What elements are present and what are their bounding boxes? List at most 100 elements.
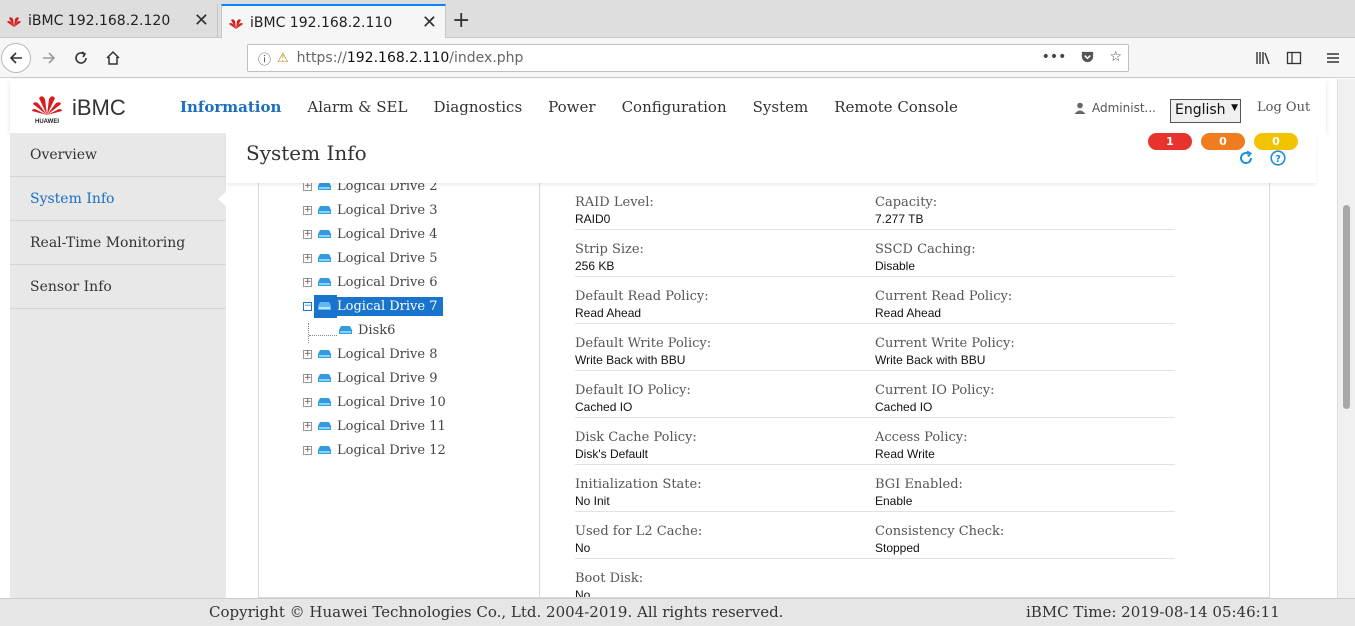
collapse-icon[interactable]: − <box>303 301 312 311</box>
tree-item[interactable]: + Logical Drive 12 <box>303 439 446 461</box>
drive-icon <box>318 374 331 382</box>
info-icon[interactable]: ⓘ <box>258 49 271 68</box>
tree-item-label: Logical Drive 6 <box>337 274 438 290</box>
detail-row: RAID Level: RAID0 Capacity: 7.277 TB <box>575 183 1175 230</box>
nav-diagnostics[interactable]: Diagnostics <box>433 98 522 116</box>
user-menu[interactable]: Administ... <box>1074 101 1156 115</box>
sidebar-item-real-time-monitoring[interactable]: Real-Time Monitoring <box>10 221 226 265</box>
ibmc-time: iBMC Time: 2019-08-14 05:46:11 <box>1026 603 1280 621</box>
back-button[interactable] <box>1 43 31 73</box>
main-nav: Information Alarm & SEL Diagnostics Powe… <box>180 98 984 116</box>
tree-item-label: Logical Drive 7 <box>332 296 443 316</box>
tree-connector <box>308 323 309 343</box>
refresh-icon[interactable] <box>1238 150 1254 166</box>
critical-alarm-badge[interactable]: 1 <box>1148 133 1192 150</box>
menu-icon[interactable] <box>1319 44 1347 72</box>
nav-system[interactable]: System <box>753 98 809 116</box>
nav-configuration[interactable]: Configuration <box>622 98 727 116</box>
page-scrollbar[interactable] <box>1337 79 1355 598</box>
disk-icon <box>339 326 352 334</box>
tab-title: iBMC 192.168.2.120 <box>28 13 171 29</box>
drive-icon <box>318 206 331 214</box>
library-icon[interactable] <box>1250 44 1278 72</box>
huawei-logo-icon: HUAWEI <box>32 96 62 125</box>
drive-icon <box>318 422 331 430</box>
close-tab-icon[interactable]: ✕ <box>194 12 209 30</box>
drive-icon <box>318 183 331 190</box>
minor-alarm-badge[interactable]: 0 <box>1254 133 1298 150</box>
home-button[interactable] <box>99 44 127 72</box>
detail-cell: Disk Cache Policy: Disk's Default <box>575 430 697 461</box>
tree-item[interactable]: + Logical Drive 5 <box>303 247 438 269</box>
scrollbar-thumb[interactable] <box>1343 205 1350 409</box>
expand-icon[interactable]: + <box>303 445 312 455</box>
ibmc-logo[interactable]: HUAWEI iBMC <box>30 91 126 125</box>
tree-item[interactable]: + Logical Drive 6 <box>303 271 438 293</box>
expand-icon[interactable]: + <box>303 183 312 191</box>
nav-remote-console[interactable]: Remote Console <box>834 98 958 116</box>
detail-row: Disk Cache Policy: Disk's Default Access … <box>575 418 1175 465</box>
reload-icon <box>75 51 87 64</box>
detail-cell: BGI Enabled: Enable <box>875 477 963 508</box>
tree-item[interactable]: + Logical Drive 2 <box>303 183 438 197</box>
expand-icon[interactable]: + <box>303 373 312 383</box>
language-value: English <box>1175 102 1226 118</box>
tree-child-disk[interactable]: Disk6 <box>339 319 395 341</box>
sidebar: Overview System Info Real-Time Monitorin… <box>10 133 227 598</box>
nav-alarm-sel[interactable]: Alarm & SEL <box>307 98 407 116</box>
detail-row: Initialization State: No Init BGI Enabled… <box>575 465 1175 512</box>
detail-cell: Initialization State: No Init <box>575 477 702 508</box>
detail-row: Default IO Policy: Cached IO Current IO P… <box>575 371 1175 418</box>
drive-icon <box>318 278 331 286</box>
forward-button[interactable] <box>35 44 63 72</box>
detail-cell: Default IO Policy: Cached IO <box>575 383 691 414</box>
expand-icon[interactable]: + <box>303 349 312 359</box>
nav-information[interactable]: Information <box>180 98 281 116</box>
detail-cell: Current IO Policy: Cached IO <box>875 383 995 414</box>
tree-connector <box>309 335 337 336</box>
browser-tab-active[interactable]: iBMC 192.168.2.110 ✕ <box>221 4 446 39</box>
tree-item-label: Logical Drive 10 <box>337 394 446 410</box>
expand-icon[interactable]: + <box>303 205 312 215</box>
expand-icon[interactable]: + <box>303 421 312 431</box>
insecure-lock-icon[interactable]: ⚠ <box>277 51 289 66</box>
new-tab-button[interactable]: + <box>452 8 470 33</box>
page-actions-icon[interactable]: ••• <box>1042 49 1067 68</box>
expand-icon[interactable]: + <box>303 253 312 263</box>
detail-cell: RAID Level: RAID0 <box>575 195 654 226</box>
tree-item-label: Logical Drive 8 <box>337 346 438 362</box>
tree-item[interactable]: + Logical Drive 8 <box>303 343 438 365</box>
url-bar[interactable]: ⓘ ⚠ https://192.168.2.110/index.php ••• … <box>247 44 1129 72</box>
pocket-icon[interactable] <box>1080 49 1095 68</box>
tree-item[interactable]: + Logical Drive 10 <box>303 391 446 413</box>
help-icon[interactable]: ? <box>1270 150 1286 166</box>
reload-button[interactable] <box>67 44 95 72</box>
drive-icon <box>318 350 331 358</box>
drive-icon <box>318 254 331 262</box>
tree-item-label: Disk6 <box>358 322 396 338</box>
nav-power[interactable]: Power <box>548 98 595 116</box>
sidebar-item-sensor-info[interactable]: Sensor Info <box>10 265 226 309</box>
drive-icon <box>318 398 331 406</box>
detail-row: Default Write Policy: Write Back with BBU… <box>575 324 1175 371</box>
expand-icon[interactable]: + <box>303 229 312 239</box>
language-select[interactable]: English ▼ <box>1170 99 1241 123</box>
expand-icon[interactable]: + <box>303 277 312 287</box>
sidebar-item-overview[interactable]: Overview <box>10 133 226 177</box>
huawei-favicon-icon <box>7 17 21 27</box>
close-tab-icon[interactable]: ✕ <box>422 13 437 32</box>
expand-icon[interactable]: + <box>303 397 312 407</box>
tree-item[interactable]: + Logical Drive 4 <box>303 223 438 245</box>
sidebar-item-system-info[interactable]: System Info <box>10 177 227 221</box>
logout-link[interactable]: Log Out <box>1257 100 1310 115</box>
tree-item[interactable]: + Logical Drive 9 <box>303 367 438 389</box>
tree-item[interactable]: + Logical Drive 11 <box>303 415 446 437</box>
footer: Copyright © Huawei Technologies Co., Ltd… <box>0 598 1355 626</box>
bookmark-star-icon[interactable]: ☆ <box>1109 49 1122 68</box>
browser-tab[interactable]: iBMC 192.168.2.120 ✕ <box>0 4 218 38</box>
tree-item[interactable]: + Logical Drive 3 <box>303 199 438 221</box>
sidebar-toggle-icon[interactable] <box>1280 44 1308 72</box>
detail-cell: Current Write Policy: Write Back with BBU <box>875 336 1015 367</box>
major-alarm-badge[interactable]: 0 <box>1201 133 1245 150</box>
tree-item-selected[interactable]: − Logical Drive 7 <box>303 294 443 318</box>
